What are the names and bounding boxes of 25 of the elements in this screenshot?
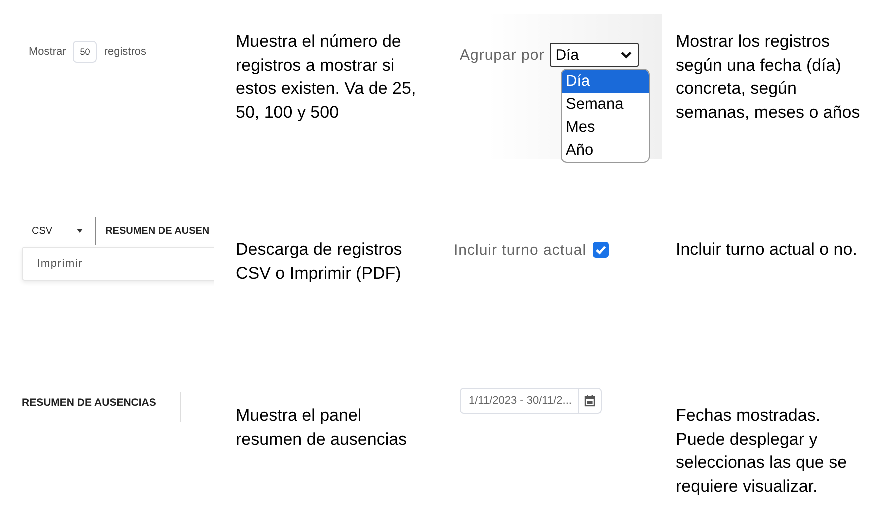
description-text: Fechas mostradas. Puede desplegar y seleccionas las que se requiere visualizar. (676, 405, 848, 498)
date-range-field[interactable]: 1/11/2023 - 30/11/2... (460, 388, 602, 414)
calendar-icon (584, 395, 596, 407)
page-size-field[interactable]: 50 (73, 41, 98, 63)
checkbox[interactable] (592, 242, 609, 258)
label: Mostrar (29, 46, 66, 58)
description-text: Mostrar los registros según una fecha (día) concreta, según semanas, meses o años (676, 31, 862, 124)
label: Agrupar por (460, 46, 545, 64)
dropdown-option[interactable]: Año (562, 139, 649, 162)
description-text: Muestra el número de registros a mostrar si estos existen. Va de 25, 50, 100 y 500 (236, 31, 418, 124)
description-text: Muestra el panel resumen de ausencias (236, 405, 408, 450)
dropdown-option[interactable]: Semana (562, 93, 649, 116)
description-text: Incluir turno actual o no. (676, 239, 858, 261)
csv-button[interactable]: CSV (20, 222, 95, 240)
summary-button[interactable]: RESUMEN DE AUSENCIAS (10, 388, 168, 418)
select-field[interactable]: Día (550, 43, 639, 67)
label: registros (104, 46, 146, 58)
dropdown-option[interactable]: Día (562, 70, 649, 93)
summary-button[interactable]: RESUMEN DE AUSEN (96, 222, 214, 240)
menu-item[interactable]: Imprimir (23, 248, 214, 280)
caret-icon (76, 229, 83, 233)
description-text: Descarga de registros CSV o Imprimir (PDF) (236, 239, 404, 284)
label: Incluir turno actual (454, 242, 587, 258)
dropdown-option[interactable]: Mes (562, 116, 649, 139)
chevron-icon (620, 51, 632, 59)
